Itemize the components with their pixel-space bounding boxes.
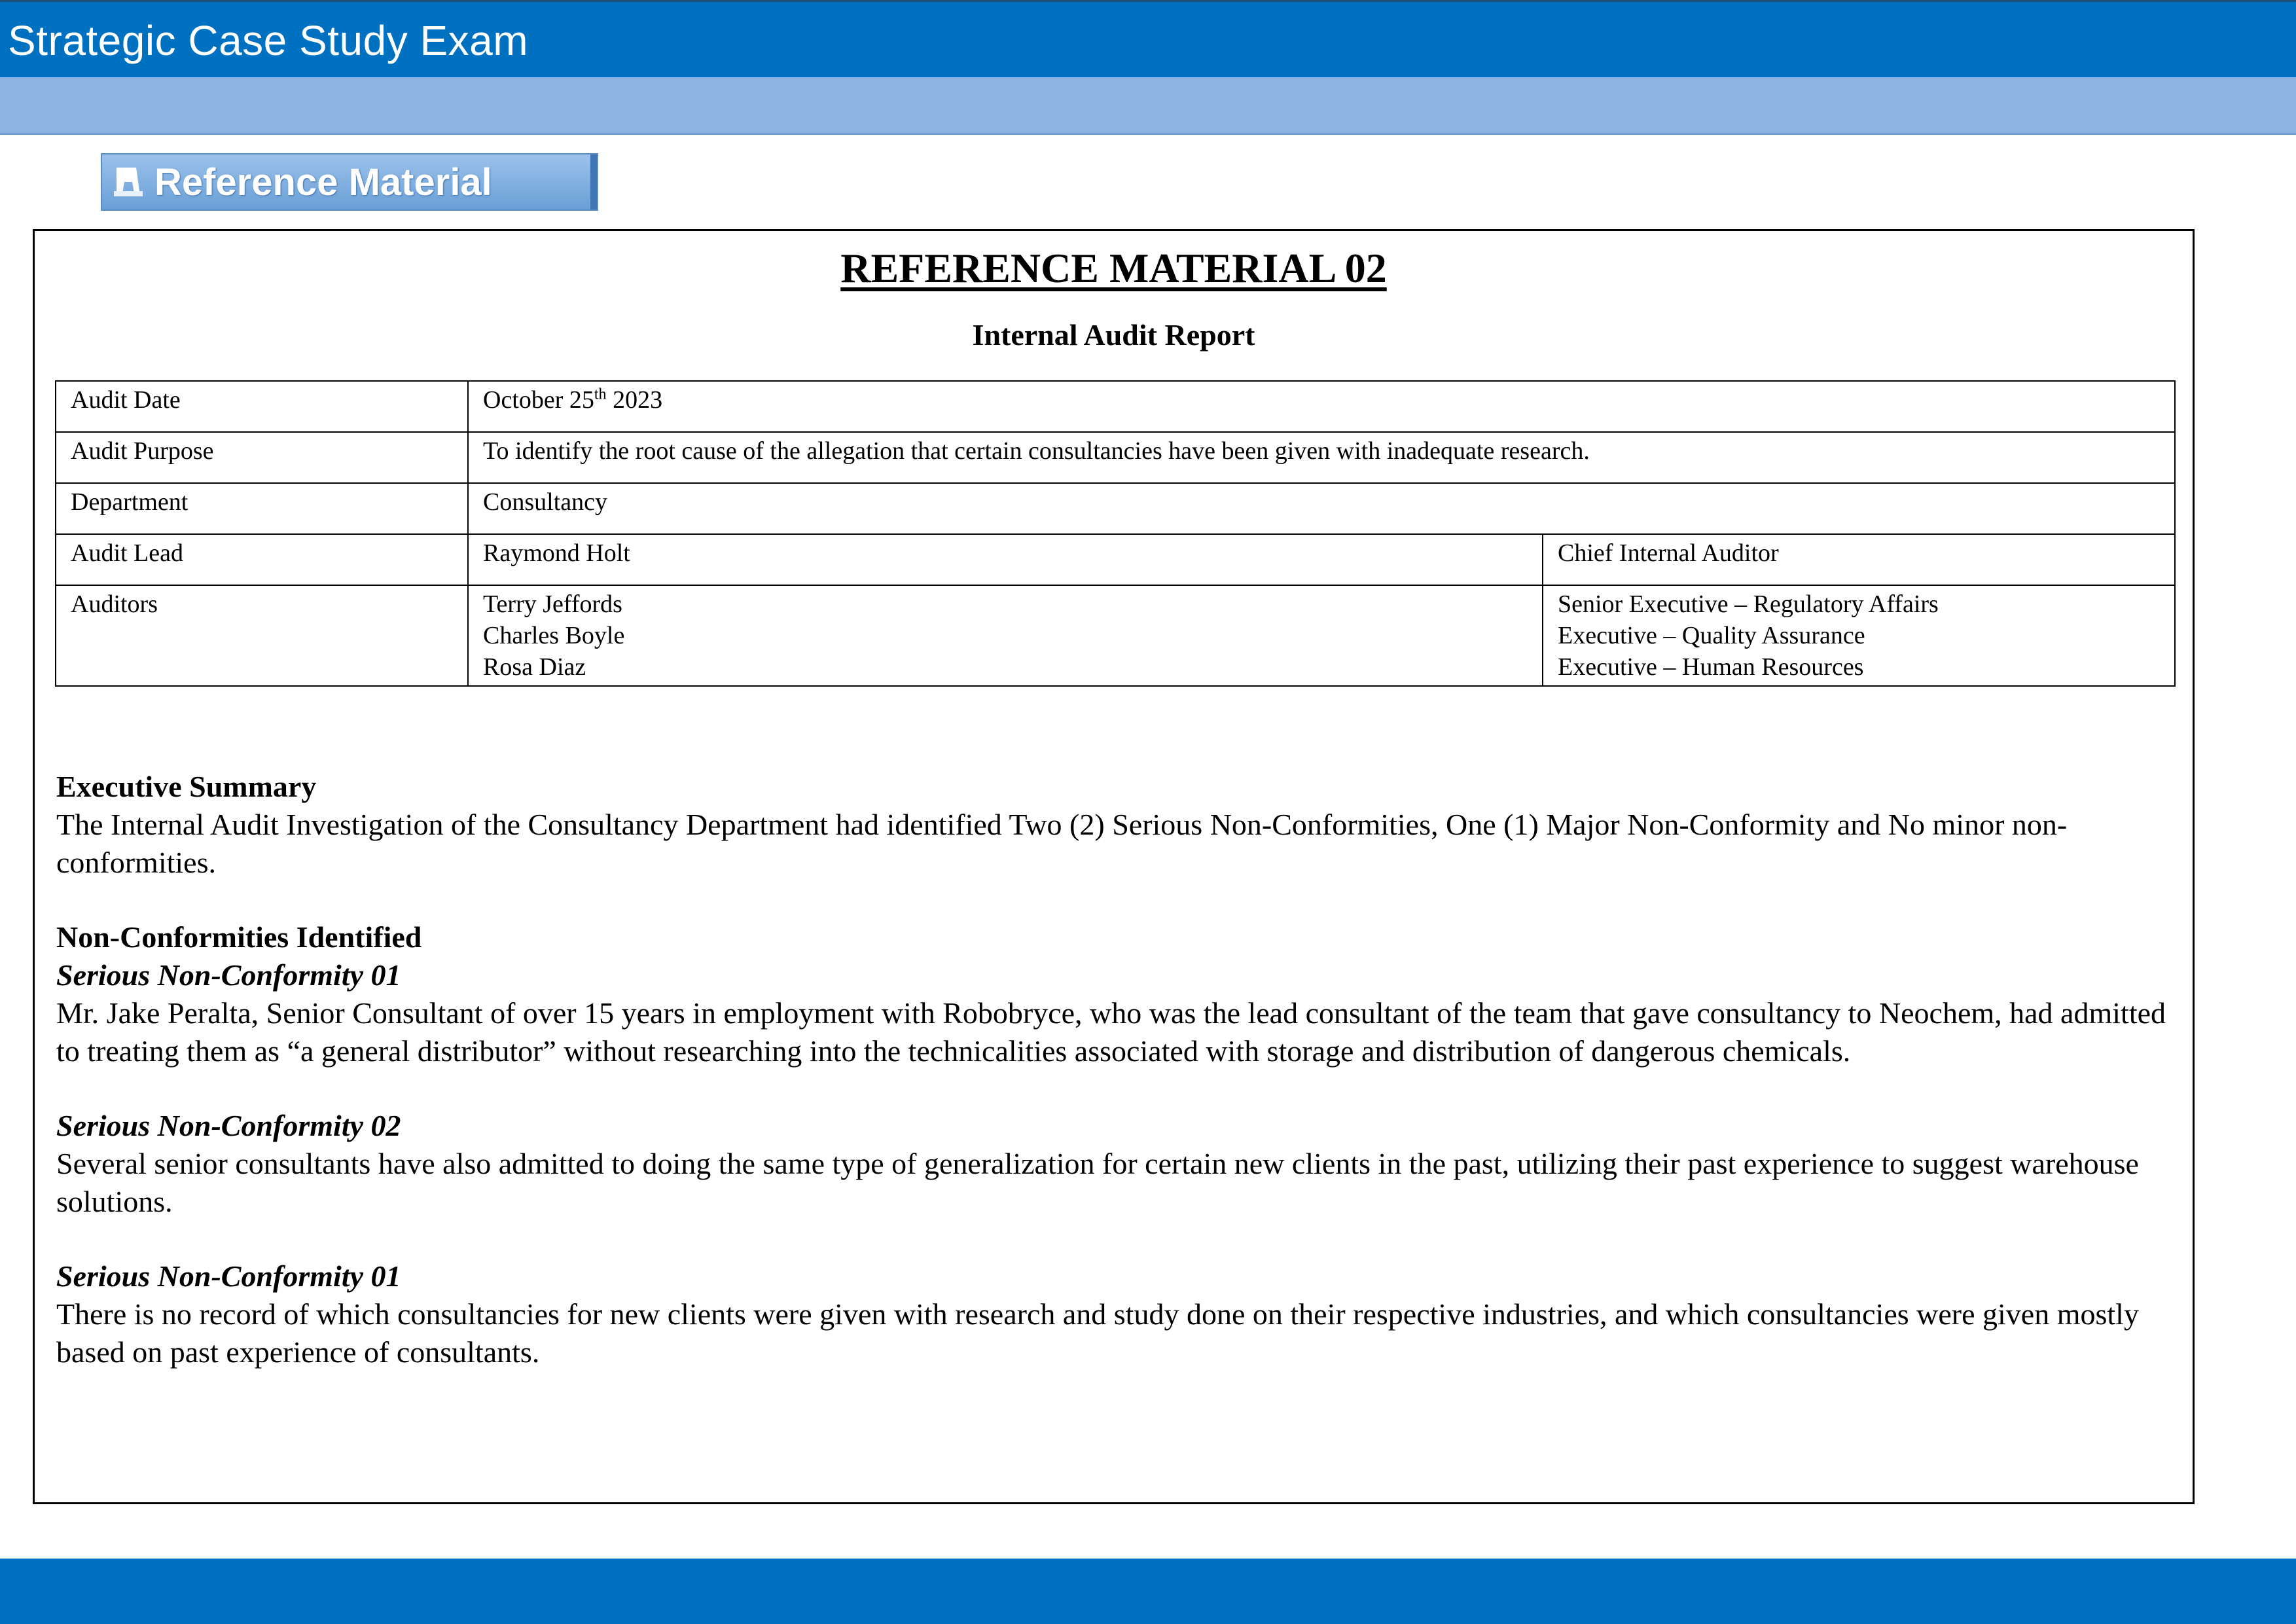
document-subtitle: Internal Audit Report [972, 318, 1255, 352]
table-row: Audit Purpose To identify the root cause… [55, 431, 2176, 484]
executive-summary-heading: Executive Summary [56, 770, 317, 803]
bookmark-icon [102, 153, 154, 211]
reference-material-button[interactable]: Reference Material [101, 153, 598, 211]
non-conformity-text: Mr. Jake Peralta, Senior Consultant of o… [56, 996, 2166, 1068]
department-label: Department [55, 482, 469, 535]
audit-lead-label: Audit Lead [55, 533, 469, 586]
non-conformity-title: Serious Non-Conformity 01 [56, 1259, 401, 1293]
department-value: Consultancy [467, 482, 2176, 535]
table-row: Department Consultancy [55, 482, 2176, 535]
auditors-roles: Senior Executive – Regulatory Affairs Ex… [1542, 585, 2176, 687]
reference-material-label: Reference Material [154, 160, 492, 204]
document-panel: REFERENCE MATERIAL 02 Internal Audit Rep… [33, 229, 2195, 1504]
auditors-label: Auditors [55, 585, 469, 687]
auditor-role: Senior Executive – Regulatory Affairs [1558, 590, 1939, 618]
non-conformities-heading: Non-Conformities Identified [56, 920, 422, 954]
audit-lead-role: Chief Internal Auditor [1542, 533, 2176, 586]
auditor-role: Executive – Quality Assurance [1558, 622, 1865, 649]
auditor-name: Terry Jeffords [483, 590, 622, 618]
audit-purpose-value: To identify the root cause of the allega… [467, 431, 2176, 484]
non-conformity-text: Several senior consultants have also adm… [56, 1147, 2139, 1218]
document-title: REFERENCE MATERIAL 02 [840, 245, 1387, 291]
executive-summary-text: The Internal Audit Investigation of the … [56, 808, 2068, 879]
audit-lead-name: Raymond Holt [467, 533, 1543, 586]
audit-info-table: Audit Date October 25th 2023 Audit Purpo… [55, 380, 2176, 687]
header-bar: Strategic Case Study Exam [0, 0, 2296, 77]
auditor-name: Charles Boyle [483, 622, 625, 649]
app-title: Strategic Case Study Exam [8, 17, 529, 64]
audit-date-label: Audit Date [55, 380, 469, 433]
report-body: Executive Summary The Internal Audit Inv… [56, 768, 2177, 1371]
audit-purpose-label: Audit Purpose [55, 431, 469, 484]
table-row: Audit Date October 25th 2023 [55, 380, 2176, 433]
non-conformity-text: There is no record of which consultancie… [56, 1297, 2139, 1369]
button-edge [590, 154, 597, 209]
sub-header-bar [0, 77, 2296, 135]
auditor-name: Rosa Diaz [483, 653, 586, 681]
non-conformity-title: Serious Non-Conformity 01 [56, 958, 401, 992]
non-conformity-title: Serious Non-Conformity 02 [56, 1109, 401, 1142]
table-row: Audit Lead Raymond Holt Chief Internal A… [55, 533, 2176, 586]
footer-bar [0, 1559, 2296, 1624]
audit-date-value: October 25th 2023 [467, 380, 2176, 433]
auditors-names: Terry Jeffords Charles Boyle Rosa Diaz [467, 585, 1543, 687]
table-row: Auditors Terry Jeffords Charles Boyle Ro… [55, 585, 2176, 687]
auditor-role: Executive – Human Resources [1558, 653, 1864, 681]
